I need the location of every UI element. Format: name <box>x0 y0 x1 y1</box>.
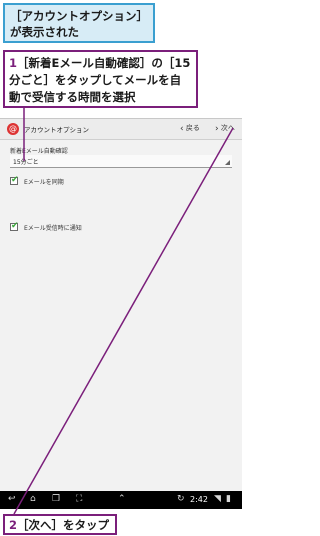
sync-email-row[interactable]: ✔ Eメールを同期 <box>10 175 210 188</box>
screenshot-icon[interactable]: ⛶ <box>76 494 82 504</box>
recent-apps-icon[interactable]: ❐ <box>52 494 60 504</box>
notify-row[interactable]: ✔ Eメール受信時に通知 <box>10 221 210 234</box>
select-value: 15分ごと <box>13 159 39 166</box>
step2-number: 2 <box>9 518 18 532</box>
menu-up-icon[interactable]: ⌃ <box>118 494 126 504</box>
checkmark-icon: ✔ <box>11 221 19 231</box>
next-label: 次へ <box>220 124 235 132</box>
sync-icon: ↻ <box>177 494 185 504</box>
step1-text: ［新着Eメール自動確認］の［15分ごと］をタップしてメールを自動で受信する時間を… <box>9 56 191 104</box>
auto-check-label: 新着Eメール自動確認 <box>10 148 68 155</box>
chevron-right-icon: › <box>215 124 219 134</box>
caption-callout: ［アカウントオプション］が表示された <box>3 3 155 43</box>
chevron-left-icon: ‹ <box>180 124 184 134</box>
notify-label: Eメール受信時に通知 <box>24 225 82 232</box>
home-icon[interactable]: ⌂ <box>30 494 36 504</box>
action-bar: @ アカウントオプション ‹ 戻る › 次へ <box>0 119 242 140</box>
sync-email-label: Eメールを同期 <box>24 179 64 186</box>
caption-text: ［アカウントオプション］が表示された <box>10 9 148 39</box>
back-button[interactable]: ‹ 戻る <box>180 123 200 134</box>
tablet-screen: @ アカウントオプション ‹ 戻る › 次へ 新着Eメール自動確認 15分ごと … <box>0 118 242 509</box>
notify-checkbox[interactable]: ✔ <box>10 221 19 231</box>
back-nav-icon[interactable]: ↩ <box>8 494 16 504</box>
system-bar: ↩ ⌂ ❐ ⛶ ⌃ ↻ 2:42 ◥ ▮ <box>0 491 242 509</box>
dropdown-corner-icon <box>225 160 230 165</box>
step2-text: ［次へ］をタップ <box>17 518 110 532</box>
step1-callout: 1［新着Eメール自動確認］の［15分ごと］をタップしてメールを自動で受信する時間… <box>3 50 198 108</box>
step2-callout: 2［次へ］をタップ <box>3 514 117 535</box>
email-app-icon: @ <box>7 123 19 135</box>
step1-number: 1 <box>9 56 18 70</box>
checkmark-icon: ✔ <box>11 175 19 185</box>
sync-email-checkbox[interactable]: ✔ <box>10 175 19 185</box>
auto-check-select[interactable]: 15分ごと <box>10 155 232 168</box>
back-label: 戻る <box>185 124 200 132</box>
action-bar-title: アカウントオプション <box>24 126 89 134</box>
clock: 2:42 <box>190 495 208 504</box>
wifi-icon: ◥ <box>214 494 221 504</box>
battery-icon: ▮ <box>226 494 231 504</box>
next-button[interactable]: › 次へ <box>215 123 235 134</box>
